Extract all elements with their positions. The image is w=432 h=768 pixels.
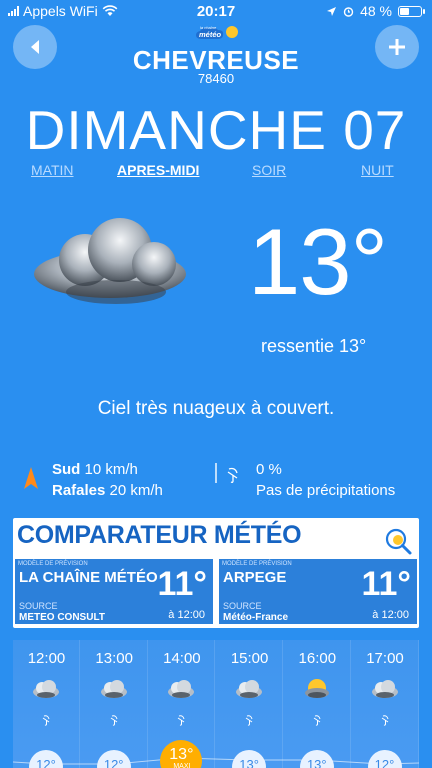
location-arrow-icon bbox=[327, 6, 337, 16]
tab-nuit[interactable]: NUIT bbox=[361, 162, 394, 178]
hour-temperature: 13° bbox=[232, 750, 267, 768]
hour-time: 14:00 bbox=[163, 650, 201, 667]
hour-column[interactable]: 15:00 13° bbox=[216, 640, 284, 768]
wind-info: Sud 10 km/h Rafales 20 km/h bbox=[52, 459, 163, 501]
hour-column[interactable]: 16:00 13° bbox=[284, 640, 351, 768]
precip-percent: 0 % bbox=[256, 461, 282, 478]
current-temperature: 13° bbox=[248, 209, 388, 314]
hour-column[interactable]: 17:00 12° bbox=[352, 640, 419, 768]
hour-temperature: 12° bbox=[367, 750, 402, 768]
cloud-icon bbox=[166, 678, 196, 700]
status-bar: Appels WiFi 20:17 48 % bbox=[0, 0, 432, 22]
alarm-icon bbox=[343, 6, 354, 17]
hour-column[interactable]: 14:00 13° MAXI bbox=[148, 640, 216, 768]
hour-temperature: 13° bbox=[299, 750, 334, 768]
status-time: 20:17 bbox=[196, 2, 236, 20]
battery-fill bbox=[400, 7, 410, 15]
hour-column[interactable]: 13:00 12° bbox=[81, 640, 148, 768]
hour-time: 15:00 bbox=[230, 650, 269, 667]
tab-soir[interactable]: SOIR bbox=[252, 162, 286, 178]
gusts-label: Rafales bbox=[52, 482, 106, 499]
app-logo: météo la chaîne bbox=[186, 23, 246, 45]
comparator-card-lcm[interactable]: MODÈLE DE PRÉVISION LA CHAÎNE MÉTÉO 11° … bbox=[15, 559, 213, 624]
sun-cloud-icon bbox=[302, 678, 332, 700]
cloud-icon bbox=[31, 678, 61, 700]
umbrella-icon bbox=[313, 713, 322, 726]
model-name: LA CHAÎNE MÉTÉO bbox=[19, 569, 158, 586]
svg-text:météo: météo bbox=[199, 30, 222, 39]
precip-text: Pas de précipitations bbox=[256, 482, 396, 499]
day-title: DIMANCHE 07 bbox=[25, 99, 407, 161]
model-tag: MODÈLE DE PRÉVISION bbox=[222, 561, 292, 567]
period-tabs: MATIN APRES-MIDI SOIR NUIT bbox=[0, 162, 432, 184]
max-label: MAXI bbox=[173, 763, 191, 768]
model-time: à 12:00 bbox=[372, 609, 409, 621]
hour-temperature: 12° bbox=[96, 750, 131, 768]
postal-code: 78460 bbox=[197, 71, 235, 86]
umbrella-icon bbox=[227, 467, 238, 483]
signal-icon bbox=[8, 6, 19, 16]
weather-description: Ciel très nuageux à couvert. bbox=[97, 398, 335, 419]
model-tag: MODÈLE DE PRÉVISION bbox=[18, 561, 88, 567]
wifi-icon bbox=[102, 5, 118, 16]
model-temperature: 11° bbox=[361, 565, 411, 603]
la-chaine-meteo-logo-icon: météo la chaîne bbox=[196, 25, 238, 39]
source-label: SOURCE bbox=[223, 601, 262, 611]
hourly-forecast[interactable]: 12:00 12° 13:00 12° 14:00 13° MAXI 15:00 13° 16:0… bbox=[13, 640, 419, 768]
cloud-icon bbox=[370, 678, 400, 700]
umbrella-icon bbox=[177, 713, 186, 726]
tab-apres-midi[interactable]: APRES-MIDI bbox=[117, 162, 199, 178]
source-name: METEO CONSULT bbox=[19, 612, 105, 623]
cloud-icon bbox=[99, 678, 129, 700]
carrier-label: Appels WiFi bbox=[23, 3, 98, 19]
umbrella-icon bbox=[110, 713, 119, 726]
comparator-card-arpege[interactable]: MODÈLE DE PRÉVISION ARPEGE 11° SOURCE Mé… bbox=[219, 559, 417, 624]
umbrella-icon bbox=[42, 713, 51, 726]
battery-label: 48 % bbox=[360, 3, 392, 19]
precipitation-info: 0 % Pas de précipitations bbox=[256, 459, 395, 501]
wind-speed: 10 km/h bbox=[84, 461, 138, 478]
overcast-cloud-icon bbox=[34, 218, 186, 304]
weather-comparator[interactable]: COMPARATEUR MÉTÉO MODÈLE DE PRÉVISION LA… bbox=[13, 518, 419, 628]
hour-time: 13:00 bbox=[95, 650, 133, 667]
hour-temperature: 12° bbox=[29, 750, 63, 768]
hour-column[interactable]: 12:00 12° bbox=[13, 640, 80, 768]
source-name: Météo-France bbox=[223, 612, 289, 623]
umbrella-icon bbox=[381, 713, 390, 726]
wind-direction: Sud bbox=[52, 461, 81, 478]
feels-like: ressentie 13° bbox=[261, 336, 367, 356]
model-name: ARPEGE bbox=[223, 569, 287, 586]
sun-magnifier-icon[interactable] bbox=[383, 526, 413, 556]
hour-time: 16:00 bbox=[298, 650, 337, 667]
divider bbox=[215, 463, 217, 483]
umbrella-icon bbox=[245, 713, 254, 726]
wind-direction-icon bbox=[24, 467, 38, 489]
gusts-speed: 20 km/h bbox=[109, 482, 163, 499]
status-left: Appels WiFi bbox=[8, 3, 118, 19]
status-right: 48 % bbox=[326, 3, 425, 19]
svg-text:la chaîne: la chaîne bbox=[200, 25, 217, 30]
hour-time: 12:00 bbox=[27, 650, 66, 667]
comparator-title: COMPARATEUR MÉTÉO bbox=[17, 521, 302, 549]
model-temperature: 11° bbox=[157, 565, 207, 603]
tab-matin[interactable]: MATIN bbox=[31, 162, 74, 178]
hour-time: 17:00 bbox=[366, 650, 404, 667]
battery-icon bbox=[398, 5, 425, 17]
model-time: à 12:00 bbox=[168, 609, 205, 621]
source-label: SOURCE bbox=[19, 601, 58, 611]
cloud-icon bbox=[234, 678, 264, 700]
